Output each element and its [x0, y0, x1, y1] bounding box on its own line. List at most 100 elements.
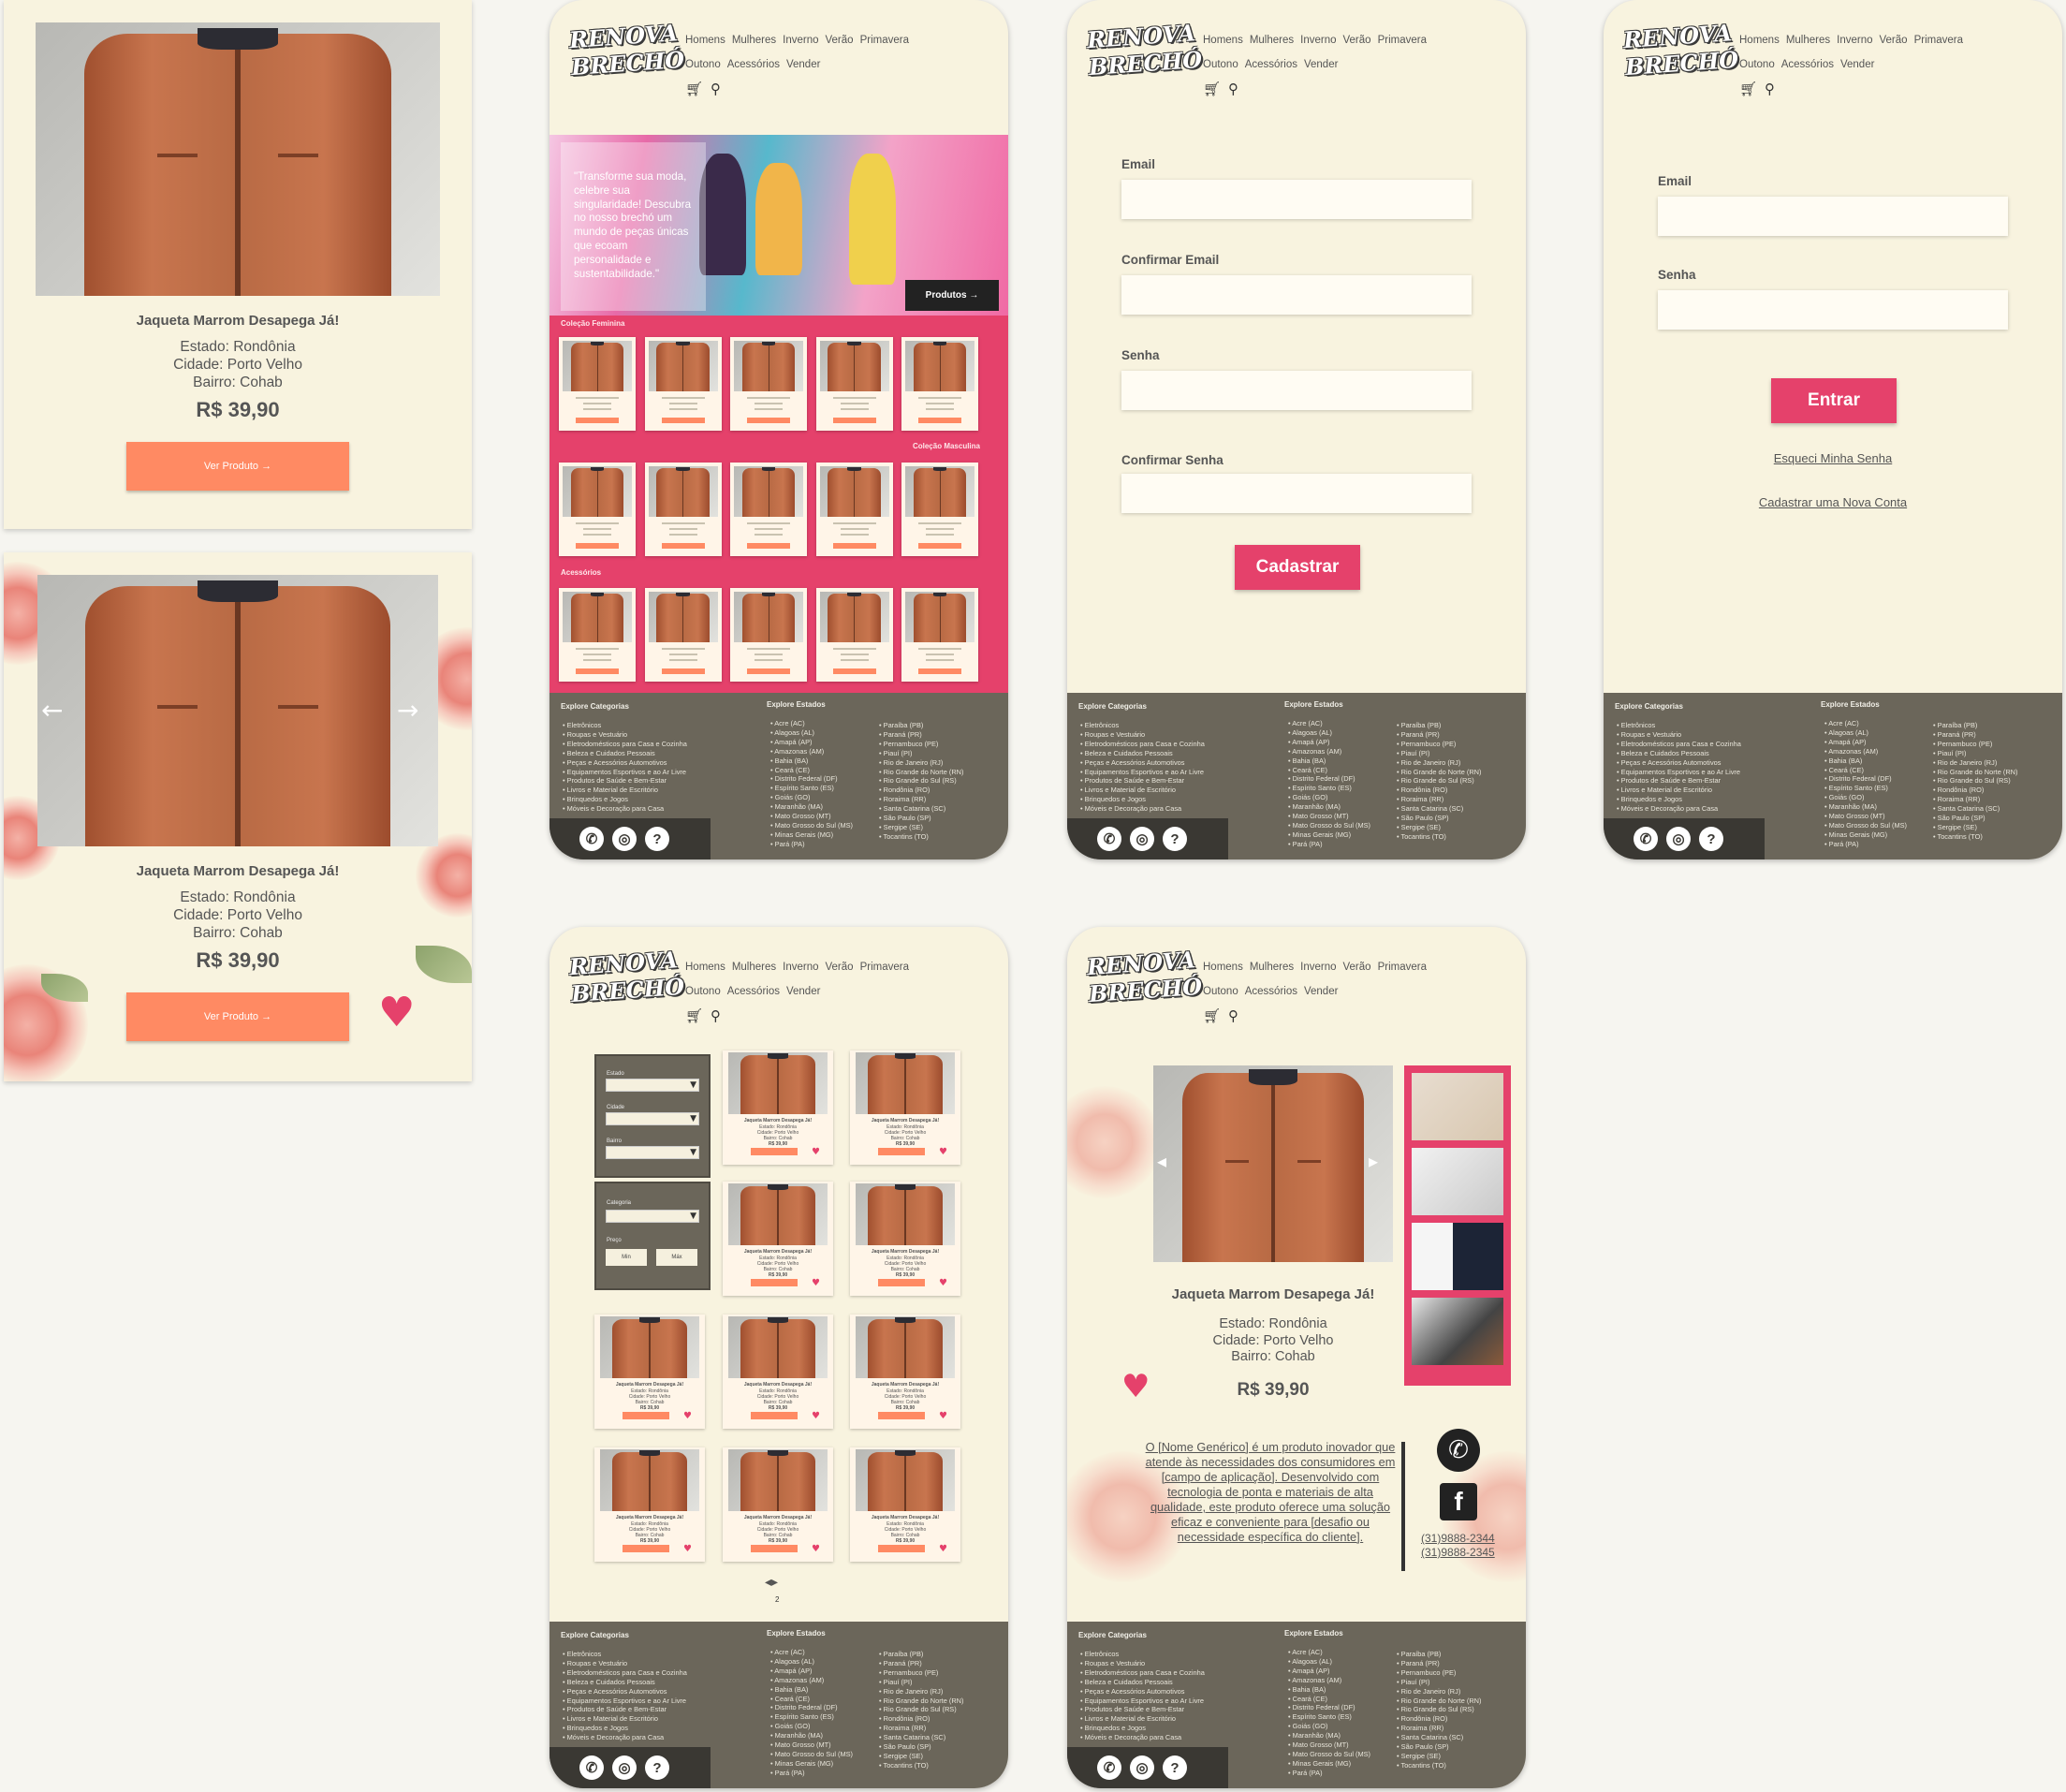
footer-link[interactable]: • São Paulo (SP)	[1397, 1742, 1482, 1752]
footer-link[interactable]: • Espírito Santo (ES)	[770, 784, 853, 793]
cidade-select[interactable]	[606, 1112, 699, 1125]
footer-link[interactable]: • Santa Catarina (SC)	[1397, 1733, 1482, 1742]
footer-link[interactable]: • Eletrônicos	[1080, 1650, 1205, 1659]
view-product-mini-button[interactable]	[751, 1148, 798, 1155]
footer-link[interactable]: • Eletrônicos	[1080, 721, 1205, 730]
product-image[interactable]	[37, 575, 438, 846]
footer-link[interactable]: • Peças e Acessórios Automotivos	[1617, 758, 1741, 768]
heart-icon[interactable]: ♥	[812, 1411, 820, 1421]
whatsapp-icon[interactable]: ✆	[1634, 827, 1658, 851]
footer-link[interactable]: • Santa Catarina (SC)	[879, 804, 964, 814]
cart-icon[interactable]: 🛒︎	[1203, 81, 1221, 97]
footer-link[interactable]: • Mato Grosso (MT)	[770, 812, 853, 821]
footer-link[interactable]: • Beleza e Cuidados Pessoais	[1617, 749, 1741, 758]
footer-link[interactable]: • Beleza e Cuidados Pessoais	[1080, 1678, 1205, 1687]
nav-outono[interactable]: Outono	[685, 59, 721, 70]
footer-link[interactable]: • Mato Grosso (MT)	[1288, 812, 1370, 821]
cart-icon[interactable]: 🛒︎	[1203, 1007, 1221, 1024]
heart-icon[interactable]: ♥	[939, 1147, 947, 1157]
footer-link[interactable]: • Brinquedos e Jogos	[1080, 795, 1205, 804]
footer-link[interactable]: • Livros e Material de Escritório	[1080, 786, 1205, 795]
footer-link[interactable]: • Paraíba (PB)	[1933, 721, 2018, 730]
whatsapp-icon[interactable]: ✆	[579, 827, 604, 851]
footer-link[interactable]: • Sergipe (SE)	[879, 823, 964, 832]
footer-link[interactable]: • Tocantins (TO)	[1933, 832, 2018, 842]
footer-link[interactable]: • Amazonas (AM)	[1824, 747, 1907, 756]
product-tile[interactable]: Jaqueta Marrom Desapega Já! Estado: Rondô…	[850, 1182, 960, 1296]
footer-link[interactable]: • Móveis e Decoração para Casa	[1080, 804, 1205, 814]
whatsapp-icon[interactable]: ✆	[1097, 827, 1121, 851]
footer-link[interactable]: • Rondônia (RO)	[879, 786, 964, 795]
nav-verao[interactable]: Verão	[826, 35, 854, 46]
footer-link[interactable]: • Equipamentos Esportivos e ao Ar Livre	[1617, 768, 1741, 777]
footer-link[interactable]: • Roraima (RR)	[1933, 795, 2018, 804]
product-tile[interactable]	[559, 337, 636, 431]
footer-link[interactable]: • Roraima (RR)	[879, 795, 964, 804]
footer-link[interactable]: • Roupas e Vestuário	[563, 1659, 687, 1668]
help-icon[interactable]: ?	[1699, 827, 1723, 851]
view-product-mini-button[interactable]	[918, 668, 961, 674]
footer-link[interactable]: • Produtos de Saúde e Bem-Estar	[1617, 776, 1741, 786]
instagram-icon[interactable]: ◎	[1666, 827, 1691, 851]
estado-select[interactable]	[606, 1079, 699, 1092]
footer-link[interactable]: • Amazonas (AM)	[1288, 747, 1370, 756]
footer-link[interactable]: • Piauí (PI)	[879, 749, 964, 758]
footer-link[interactable]: • Pernambuco (PE)	[879, 740, 964, 749]
nav-outono[interactable]: Outono	[1739, 59, 1775, 70]
footer-link[interactable]: • Beleza e Cuidados Pessoais	[563, 749, 687, 758]
product-tile[interactable]	[815, 588, 893, 682]
footer-link[interactable]: • Piauí (PI)	[1933, 749, 2018, 758]
footer-link[interactable]: • Rio de Janeiro (RJ)	[1397, 1687, 1482, 1697]
footer-link[interactable]: • Distrito Federal (DF)	[1288, 1703, 1370, 1712]
footer-link[interactable]: • Bahia (BA)	[1288, 756, 1370, 766]
brand-logo[interactable]: RENOVA BRECHÓ	[1622, 19, 1739, 81]
footer-link[interactable]: • Eletrodomésticos para Casa e Cozinha	[1617, 740, 1741, 749]
footer-link[interactable]: • Produtos de Saúde e Bem-Estar	[1080, 1705, 1205, 1714]
footer-link[interactable]: • Ceará (CE)	[770, 1695, 853, 1704]
footer-link[interactable]: • Pernambuco (PE)	[1397, 740, 1482, 749]
footer-link[interactable]: • Acre (AC)	[1288, 719, 1370, 728]
footer-link[interactable]: • Eletrônicos	[1617, 721, 1741, 730]
nav-vender[interactable]: Vender	[1304, 59, 1338, 70]
footer-link[interactable]: • Rio de Janeiro (RJ)	[1933, 758, 2018, 768]
confirm-email-field[interactable]	[1121, 275, 1472, 315]
help-icon[interactable]: ?	[1163, 1755, 1187, 1780]
cart-icon[interactable]: 🛒︎	[685, 81, 703, 97]
footer-link[interactable]: • Mato Grosso do Sul (MS)	[770, 821, 853, 830]
view-product-mini-button[interactable]	[918, 543, 961, 549]
view-product-button[interactable]: Ver Produto →	[126, 442, 349, 491]
search-icon[interactable]: ⚲	[711, 81, 721, 97]
footer-link[interactable]: • Paraíba (PB)	[1397, 721, 1482, 730]
nav-acessorios[interactable]: Acessórios	[727, 59, 780, 70]
footer-link[interactable]: • Pernambuco (PE)	[879, 1668, 964, 1678]
footer-link[interactable]: • Minas Gerais (MG)	[770, 830, 853, 840]
view-product-mini-button[interactable]	[747, 418, 790, 423]
confirm-password-field[interactable]	[1121, 474, 1472, 513]
footer-link[interactable]: • Pará (PA)	[770, 1769, 853, 1778]
footer-link[interactable]: • Amazonas (AM)	[770, 1676, 853, 1685]
view-product-mini-button[interactable]	[878, 1545, 925, 1552]
nav-vender[interactable]: Vender	[786, 59, 820, 70]
view-product-mini-button[interactable]	[661, 668, 705, 674]
footer-link[interactable]: • Sergipe (SE)	[1397, 1752, 1482, 1761]
footer-link[interactable]: • São Paulo (SP)	[879, 1742, 964, 1752]
thumbnail-white-shirt[interactable]	[1412, 1148, 1503, 1215]
footer-link[interactable]: • São Paulo (SP)	[879, 814, 964, 823]
footer-link[interactable]: • Beleza e Cuidados Pessoais	[1080, 749, 1205, 758]
footer-link[interactable]: • Mato Grosso (MT)	[1288, 1741, 1370, 1750]
phone-1[interactable]: (31)9888-2344	[1421, 1532, 1495, 1546]
view-product-mini-button[interactable]	[878, 1412, 925, 1419]
footer-link[interactable]: • Roraima (RR)	[1397, 795, 1482, 804]
footer-link[interactable]: • Bahia (BA)	[770, 756, 853, 766]
nav-inverno[interactable]: Inverno	[1300, 35, 1336, 46]
footer-link[interactable]: • Peças e Acessórios Automotivos	[1080, 1687, 1205, 1697]
pagination-page[interactable]: 2	[775, 1595, 779, 1604]
footer-link[interactable]: • Mato Grosso (MT)	[770, 1741, 853, 1750]
footer-link[interactable]: • Goiás (GO)	[770, 793, 853, 802]
footer-link[interactable]: • Equipamentos Esportivos e ao Ar Livre	[1080, 768, 1205, 777]
nav-verao[interactable]: Verão	[1343, 962, 1371, 973]
product-image[interactable]	[36, 22, 440, 296]
footer-link[interactable]: • Amapá (AP)	[1824, 738, 1907, 747]
product-tile[interactable]: Jaqueta Marrom Desapega Já! Estado: Rondô…	[850, 1050, 960, 1165]
view-product-mini-button[interactable]	[832, 668, 876, 674]
